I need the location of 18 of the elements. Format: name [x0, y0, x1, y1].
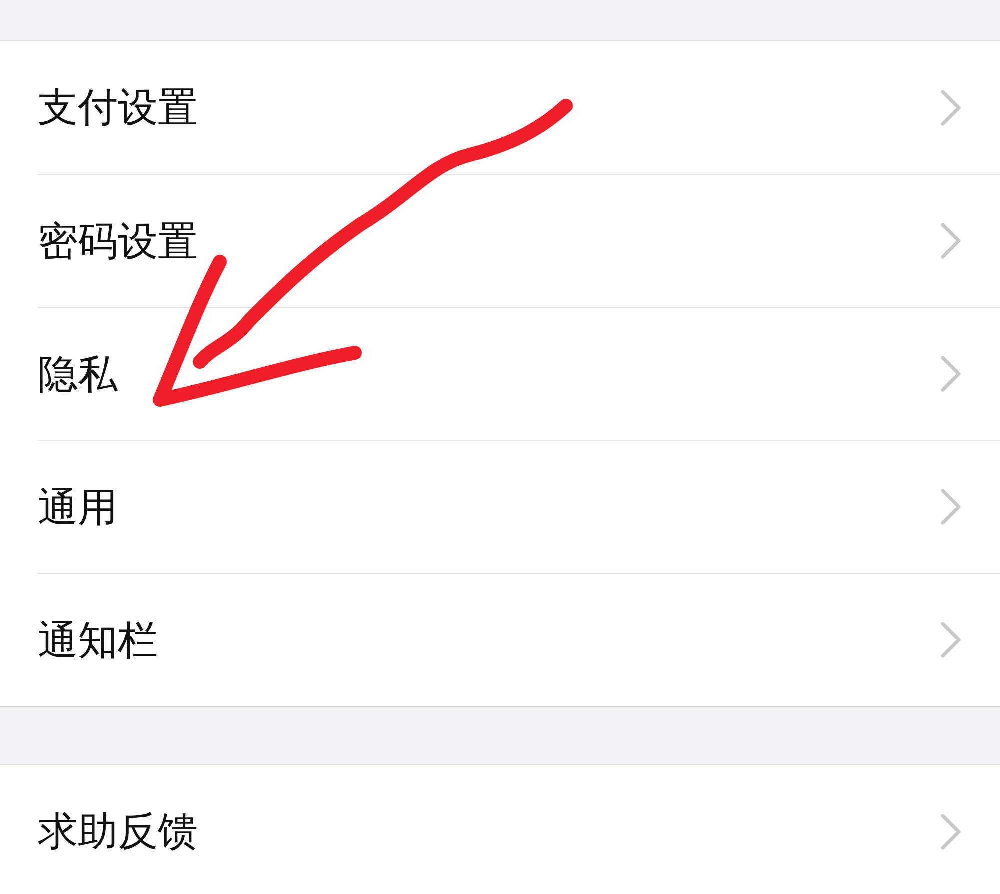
- settings-row[interactable]: 密码设置: [38, 174, 1000, 307]
- row-label: 隐私: [38, 350, 118, 400]
- chevron-icon: [940, 812, 962, 850]
- chevron-icon: [940, 222, 962, 260]
- row-label: 求助反馈: [38, 808, 198, 857]
- settings-row[interactable]: 隐私: [38, 307, 1000, 440]
- row-label: 通用: [38, 484, 118, 532]
- chevron-icon: [940, 488, 962, 526]
- settings-row[interactable]: 通用: [38, 440, 1000, 573]
- settings-row[interactable]: 求助反馈: [38, 765, 1000, 894]
- settings-row[interactable]: 通知栏: [38, 573, 1000, 706]
- row-label: 密码设置: [38, 218, 198, 266]
- row-label: 支付设置: [38, 84, 198, 133]
- chevron-icon: [940, 355, 962, 393]
- chevron-icon: [940, 88, 962, 126]
- chevron-icon: [940, 621, 962, 659]
- settings-row[interactable]: 支付设置: [38, 41, 1000, 174]
- row-label: 通知栏: [38, 616, 158, 666]
